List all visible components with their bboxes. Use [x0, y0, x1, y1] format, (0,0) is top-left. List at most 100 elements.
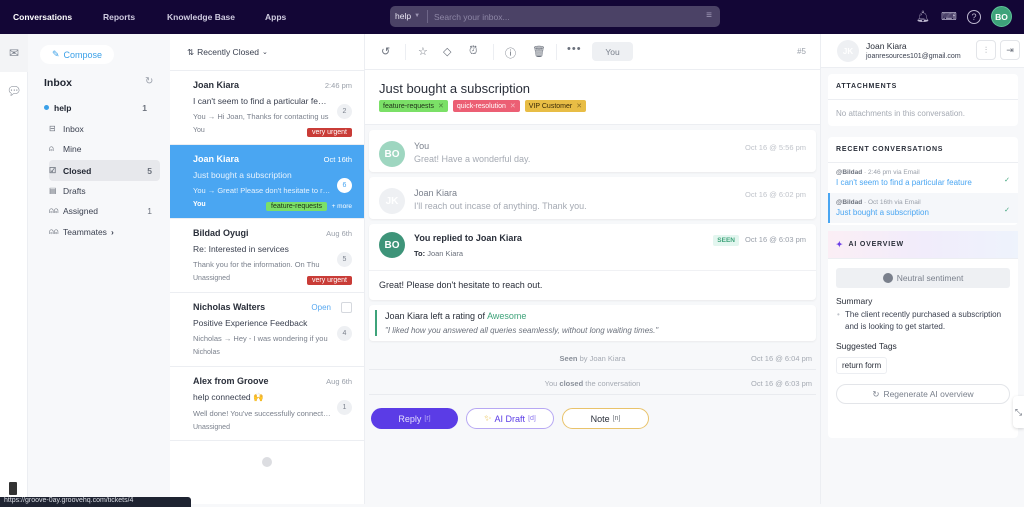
summary-heading: Summary — [836, 296, 873, 306]
conversation-toolbar: ↺ ☆ ◇ ⏰︎ ⓘ 🗑︎ ••• You #5 — [365, 34, 820, 70]
recent-user: @Bildad — [836, 199, 863, 206]
message-count-badge: 6 — [337, 178, 352, 193]
nav-reports[interactable]: Reports — [103, 12, 135, 22]
conversation-item[interactable]: Alex from Groove Aug 6th help connected … — [170, 367, 364, 441]
user-avatar[interactable]: BO — [991, 6, 1012, 27]
event-time: Oct 16 @ 6:04 pm — [751, 354, 812, 363]
filter-icon[interactable]: ≡ — [706, 10, 712, 21]
snooze-alarm-icon[interactable]: ⏰︎ — [469, 45, 478, 58]
keyboard-icon[interactable]: ⌨ — [941, 10, 957, 23]
recent-conversation-item[interactable]: @Bildad · 2:46 pm via Email I can't seem… — [828, 163, 1018, 193]
message-time: Oct 16 @ 6:03 pm — [745, 235, 806, 244]
recent-subject-link[interactable]: Just bought a subscription — [836, 208, 1010, 217]
more-options-icon[interactable]: ••• — [567, 43, 582, 55]
recent-meta-text: · 2:46 pm via Email — [864, 169, 920, 176]
conversation-subject: Just bought a subscription — [193, 170, 292, 180]
attachments-heading: ATTACHMENTS — [828, 74, 1018, 100]
to-label: To: — [414, 249, 426, 258]
conversation-preview: You → Hi Joan, Thanks for contacting us — [193, 112, 329, 121]
tag-label: feature-requests — [383, 102, 434, 110]
chevron-down-icon: ▼ — [414, 13, 421, 19]
folder-count: 5 — [147, 165, 152, 176]
ai-overview-title: AI OVERVIEW — [848, 241, 904, 248]
message-collapsed[interactable]: BO You Great! Have a wonderful day. Oct … — [369, 130, 816, 172]
spam-alert-icon[interactable]: ⓘ — [505, 45, 516, 61]
chevron-right-icon: › — [110, 226, 114, 237]
note-button[interactable]: Note [n] — [562, 408, 649, 429]
tag-icon[interactable]: ◇ — [443, 45, 451, 58]
message-text: Great! Have a wonderful day. — [414, 154, 531, 164]
avatar: JK — [379, 188, 405, 214]
recent-subject-link[interactable]: I can't seem to find a particular featur… — [836, 178, 1010, 187]
folder-closed[interactable]: ☑ Closed 5 — [49, 160, 160, 181]
reply-button[interactable]: Reply [r] — [371, 408, 458, 429]
select-checkbox[interactable] — [341, 302, 352, 313]
star-icon[interactable]: ☆ — [418, 45, 428, 58]
conversation-item[interactable]: Bildad Oyugi Aug 6th Re: Interested in s… — [170, 219, 364, 293]
collapse-panel-icon[interactable]: ⇥ — [1000, 40, 1020, 60]
ai-draft-button[interactable]: ✨︎ AI Draft [d] — [466, 408, 554, 429]
divider — [493, 44, 494, 60]
avatar: BO — [379, 232, 405, 258]
message-expanded: BO You replied to Joan Kiara To: Joan Ki… — [369, 224, 816, 300]
recent-conversation-item-active[interactable]: @Bildad · Oct 16th via Email Just bought… — [828, 193, 1018, 223]
contact-name[interactable]: Joan Kiara — [866, 41, 907, 51]
users-icon: ⍝⍝ — [49, 205, 59, 215]
sort-dropdown[interactable]: ⇅ Recently Closed ⌄ — [170, 34, 364, 71]
folder-label: Mine — [63, 143, 82, 154]
checkbox-icon: ☑ — [49, 166, 57, 175]
event-detail: by Joan Kiara — [579, 354, 626, 363]
search-scope-dropdown[interactable]: help ▼ — [390, 10, 428, 23]
mailbox-help[interactable]: help 1 — [44, 98, 155, 117]
top-right-icons: 🔔︎ ⌨ ? BO — [915, 6, 1012, 27]
search-bar: help ▼ ≡ — [390, 6, 720, 27]
regenerate-ai-button[interactable]: ↻ Regenerate AI overview — [836, 384, 1010, 404]
conversation-preview: Nicholas → Hey - I was wondering if you — [193, 334, 328, 343]
suggested-tag[interactable]: return form — [836, 357, 888, 374]
event-time: Oct 16 @ 6:03 pm — [751, 379, 812, 388]
settings-sliders-icon[interactable]: ⫶ — [976, 40, 996, 60]
conversation-item-selected[interactable]: Joan Kiara Oct 16th Just bought a subscr… — [170, 145, 364, 219]
folder-inbox[interactable]: ⊟ Inbox — [49, 119, 160, 138]
nav-knowledge-base[interactable]: Knowledge Base — [167, 12, 235, 22]
folder-label: Drafts — [63, 185, 86, 196]
trash-icon[interactable]: 🗑︎ — [532, 45, 546, 58]
remove-tag-icon[interactable]: ✕ — [576, 102, 582, 110]
message-collapsed[interactable]: JK Joan Kiara I'll reach out incase of a… — [369, 177, 816, 219]
mailbox-dot-icon — [44, 105, 49, 110]
conversation-list: ⇅ Recently Closed ⌄ Joan Kiara 2:46 pm I… — [170, 34, 365, 504]
reopen-icon[interactable]: ↺ — [381, 45, 390, 58]
help-icon[interactable]: ? — [967, 9, 981, 24]
conversation-subject: Positive Experience Feedback — [193, 318, 308, 328]
folder-mine[interactable]: ⍝ Mine — [49, 139, 160, 158]
folder-drafts[interactable]: ▤ Drafts — [49, 181, 160, 200]
folder-teammates[interactable]: ⍝⍝ Teammates › — [49, 222, 160, 241]
mailbox-count: 1 — [142, 102, 147, 113]
message-count-badge: 5 — [337, 252, 352, 267]
conversation-assignee: Nicholas — [193, 349, 220, 356]
conversation-item[interactable]: Nicholas Walters Open Positive Experienc… — [170, 293, 364, 367]
conversation-time: 2:46 pm — [324, 81, 352, 90]
expand-panel-handle[interactable]: ⤡ — [1013, 396, 1024, 428]
search-input[interactable] — [428, 11, 688, 22]
refresh-icon[interactable]: ↻ — [145, 76, 153, 87]
message-recipient: To: Joan Kiara — [414, 249, 463, 258]
nav-apps[interactable]: Apps — [265, 12, 286, 22]
conversation-assignee: Unassigned — [193, 424, 230, 431]
compose-button[interactable]: ✎ Compose — [40, 45, 114, 64]
recipient-name: Joan Kiara — [427, 249, 464, 258]
bell-icon[interactable]: 🔔︎ — [915, 10, 931, 23]
mail-icon[interactable]: ✉ — [0, 34, 28, 72]
sparkle-icon: ✨︎ — [484, 413, 492, 423]
remove-tag-icon[interactable]: ✕ — [438, 102, 444, 110]
assignee-button[interactable]: You — [592, 42, 633, 61]
chat-icon[interactable]: 💬︎ — [0, 72, 28, 110]
suggested-tags-heading: Suggested Tags — [836, 341, 897, 351]
conversation-item[interactable]: Joan Kiara 2:46 pm I can't seem to find … — [170, 71, 364, 145]
folder-assigned[interactable]: ⍝⍝ Assigned 1 — [49, 201, 160, 220]
contact-header: JK Joan Kiara joanresources101@gmail.com… — [821, 34, 1024, 68]
more-tags-link[interactable]: + more — [332, 203, 352, 210]
remove-tag-icon[interactable]: ✕ — [510, 102, 516, 110]
nav-conversations[interactable]: Conversations — [13, 12, 72, 22]
refresh-icon: ↻ — [872, 388, 880, 399]
